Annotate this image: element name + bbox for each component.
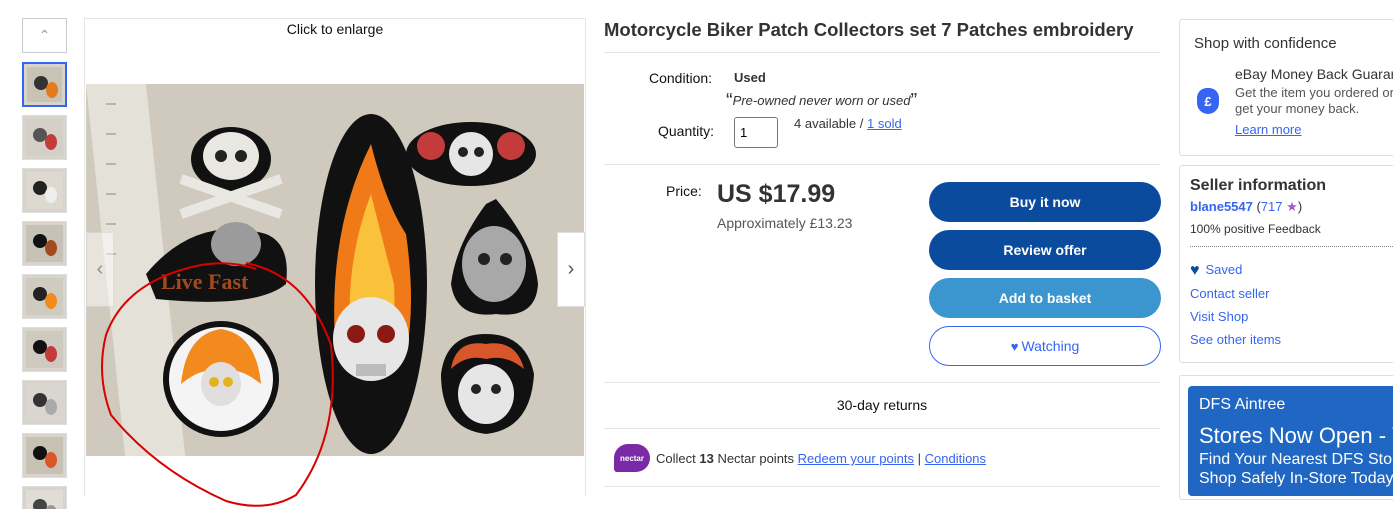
condition-value: Used bbox=[734, 70, 766, 85]
nectar-collect-prefix: Collect bbox=[656, 451, 700, 466]
condition-description: “Pre-owned never worn or used” bbox=[726, 90, 917, 113]
price-label: Price: bbox=[666, 183, 702, 199]
seller-name-row: blane5547 (717 ★) bbox=[1190, 199, 1302, 215]
condition-label: Condition: bbox=[649, 70, 713, 86]
seller-feedback-score[interactable]: 717 bbox=[1261, 199, 1283, 214]
previous-image-button[interactable]: ‹ bbox=[86, 232, 114, 307]
saved-label: Saved bbox=[1205, 262, 1243, 277]
ad-line-2: Shop Safely In-Store Today bbox=[1199, 470, 1393, 487]
thumbnail-image[interactable] bbox=[22, 486, 67, 509]
item-title: Motorcycle Biker Patch Collectors set 7 … bbox=[604, 19, 1134, 40]
saved-seller-link[interactable]: ♥ Saved bbox=[1190, 262, 1242, 280]
approximate-price: Approximately £13.23 bbox=[717, 215, 853, 231]
price: US $17.99 bbox=[717, 180, 836, 208]
divider bbox=[604, 382, 1160, 383]
score-open: ( bbox=[1252, 199, 1261, 214]
ad-line-1: Find Your Nearest DFS Store bbox=[1199, 451, 1393, 468]
nectar-collect-suffix: Nectar points bbox=[713, 451, 798, 466]
open-quote: “ bbox=[726, 90, 733, 112]
score-close: ) bbox=[1297, 199, 1303, 214]
thumbnail-image[interactable] bbox=[22, 327, 67, 372]
quantity-input[interactable] bbox=[734, 117, 778, 148]
redeem-points-link[interactable]: Redeem your points bbox=[798, 451, 914, 466]
thumbnail-image[interactable] bbox=[22, 62, 67, 107]
seller-information-title: Seller information bbox=[1190, 177, 1327, 194]
divider bbox=[604, 52, 1160, 53]
red-circle-annotation bbox=[101, 262, 334, 507]
next-image-button[interactable]: › bbox=[557, 232, 585, 307]
nectar-points-count: 13 bbox=[699, 451, 714, 466]
contact-seller-link[interactable]: Contact seller bbox=[1190, 286, 1269, 301]
divider bbox=[604, 486, 1160, 487]
nectar-conditions-link[interactable]: Conditions bbox=[925, 451, 986, 466]
condition-description-text: Pre-owned never worn or used bbox=[732, 93, 911, 108]
heart-icon: ♥ bbox=[1190, 262, 1200, 279]
chevron-left-icon: ‹ bbox=[96, 258, 104, 280]
nectar-points-text: Collect 13 Nectar points Redeem your poi… bbox=[656, 451, 986, 466]
ad-headline: Stores Now Open - Visit Us bbox=[1199, 423, 1393, 448]
close-quote: ” bbox=[910, 90, 918, 112]
availability: 4 available / 1 sold bbox=[794, 116, 902, 131]
click-to-enlarge-label[interactable]: Click to enlarge bbox=[85, 21, 585, 37]
thumbnail-image[interactable] bbox=[22, 115, 67, 160]
sold-link[interactable]: 1 sold bbox=[867, 116, 902, 131]
ad-store-name: DFS Aintree bbox=[1199, 396, 1286, 413]
thumbnail-scroll-up-button[interactable]: ⌃ bbox=[22, 18, 67, 53]
star-icon: ★ bbox=[1286, 199, 1298, 214]
positive-feedback: 100% positive Feedback bbox=[1190, 222, 1321, 236]
nectar-logo: nectar bbox=[614, 444, 650, 472]
buy-it-now-button[interactable]: Buy it now bbox=[929, 182, 1161, 222]
chevron-right-icon: › bbox=[567, 258, 575, 280]
thumbnail-image[interactable] bbox=[22, 274, 67, 319]
see-other-items-link[interactable]: See other items bbox=[1190, 332, 1281, 347]
watching-button[interactable]: ♥ Watching bbox=[929, 326, 1161, 366]
quantity-label: Quantity: bbox=[658, 123, 715, 139]
dotted-divider bbox=[1190, 246, 1393, 247]
learn-more-link[interactable]: Learn more bbox=[1235, 122, 1301, 137]
thumbnail-image[interactable] bbox=[22, 168, 67, 213]
divider bbox=[604, 428, 1160, 429]
money-back-guarantee-description: Get the item you ordered or get your mon… bbox=[1235, 85, 1393, 116]
dfs-advertisement[interactable]: DFS Aintree Stores Now Open - Visit Us F… bbox=[1188, 386, 1393, 496]
thumbnail-image[interactable] bbox=[22, 221, 67, 266]
review-offer-button[interactable]: Review offer bbox=[929, 230, 1161, 270]
visit-shop-link[interactable]: Visit Shop bbox=[1190, 309, 1248, 324]
thumbnail-image[interactable] bbox=[22, 380, 67, 425]
shop-with-confidence-title: Shop with confidence bbox=[1194, 35, 1337, 52]
available-text: 4 available / bbox=[794, 116, 867, 131]
divider bbox=[604, 164, 1160, 165]
heart-icon: ♥ bbox=[1010, 338, 1019, 354]
seller-name-link[interactable]: blane5547 bbox=[1190, 199, 1253, 214]
watching-label: Watching bbox=[1021, 338, 1080, 354]
add-to-basket-button[interactable]: Add to basket bbox=[929, 278, 1161, 318]
thumbnail-image[interactable] bbox=[22, 433, 67, 478]
pound-shield-icon: £ bbox=[1197, 88, 1219, 114]
returns-policy: 30-day returns bbox=[836, 397, 928, 413]
nectar-divider: | bbox=[914, 451, 925, 466]
chevron-up-icon: ⌃ bbox=[38, 27, 51, 43]
money-back-guarantee-title: eBay Money Back Guarantee bbox=[1235, 66, 1393, 82]
